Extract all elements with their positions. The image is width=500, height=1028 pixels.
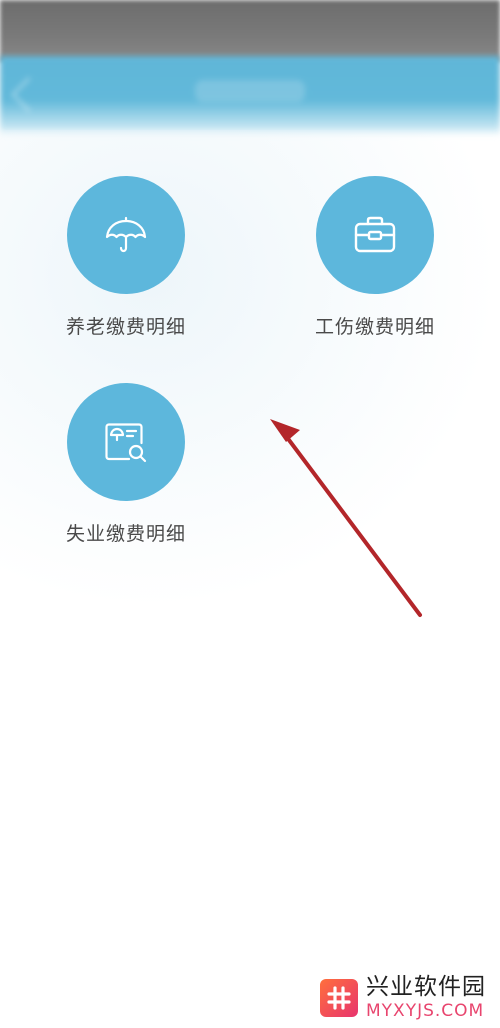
- pension-label: 养老缴费明细: [65, 316, 186, 338]
- umbrella-icon: [105, 216, 147, 253]
- watermark: 兴业软件园 MYXYJS.COM: [320, 976, 486, 1020]
- unemployment-button[interactable]: [67, 383, 185, 501]
- status-bar: [0, 0, 500, 62]
- nav-title-blurred: [195, 80, 305, 102]
- watermark-name: 兴业软件园: [366, 974, 486, 1000]
- work-injury-button[interactable]: [316, 176, 434, 294]
- menu-item-pension[interactable]: 养老缴费明细: [26, 176, 226, 356]
- screen: 养老缴费明细 工伤缴费明细 失业缴费明细 兴业软件园 MYXYJS.COM: [0, 0, 500, 1028]
- menu-item-work-injury[interactable]: 工伤缴费明细: [275, 176, 475, 356]
- work-injury-label: 工伤缴费明细: [314, 316, 435, 338]
- watermark-domain: MYXYJS.COM: [366, 1001, 485, 1021]
- navigation-bar: [0, 56, 500, 136]
- document-search-icon: [105, 423, 147, 463]
- pension-button[interactable]: [67, 176, 185, 294]
- watermark-brand: 兴业软件园 MYXYJS.COM: [366, 976, 486, 1020]
- menu-item-unemployment[interactable]: 失业缴费明细: [26, 383, 226, 563]
- unemployment-label: 失业缴费明细: [65, 523, 186, 545]
- back-icon[interactable]: [10, 76, 47, 113]
- briefcase-icon: [354, 216, 396, 253]
- hash-icon: [320, 979, 358, 1017]
